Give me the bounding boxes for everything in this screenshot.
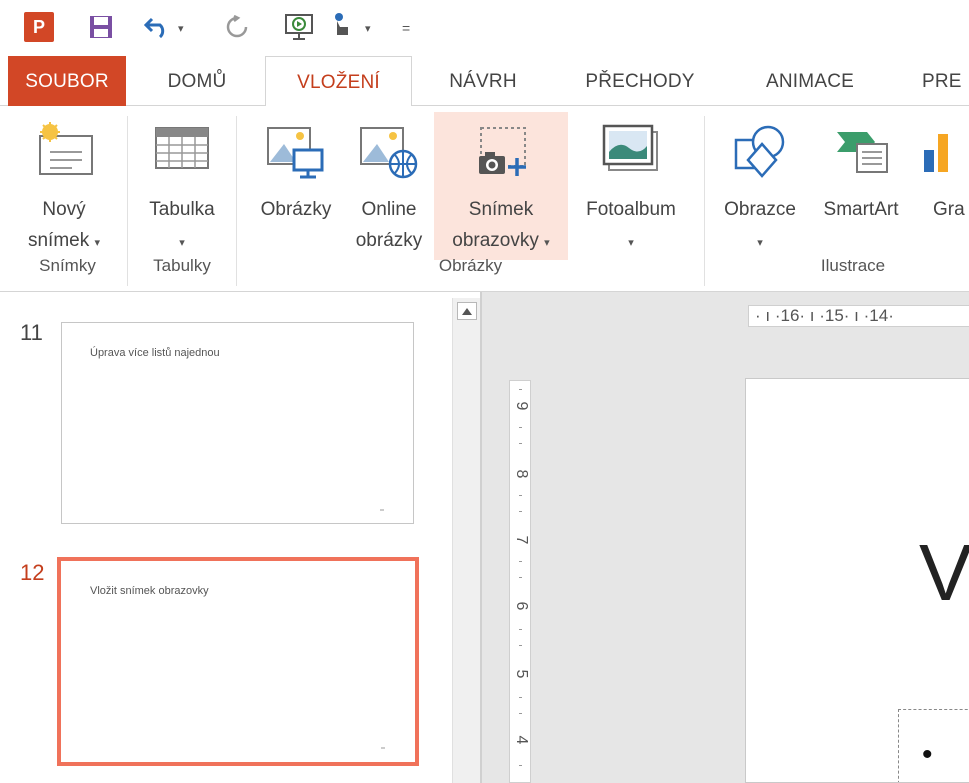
screenshot-button[interactable]: Snímek obrazovky ▾ (434, 112, 568, 260)
new-slide-label: Nový snímek ▾ (27, 199, 101, 251)
ruler-tick (519, 765, 522, 766)
tab-animace[interactable]: ANIMACE (740, 56, 880, 106)
shapes-icon (728, 122, 792, 192)
logo-letter: P (32, 16, 45, 37)
new-slide-dropdown-icon: ▾ (94, 237, 101, 249)
ribbon-tabs: SOUBOR DOMŮ VLOŽENÍ NÁVRH PŘECHODY ANIMA… (0, 56, 969, 107)
scroll-up-button[interactable] (457, 302, 477, 320)
tab-vlozeni[interactable]: VLOŽENÍ (265, 56, 412, 107)
slide-number-mark (380, 509, 384, 511)
undo-icon[interactable] (143, 14, 173, 40)
ruler-tick (519, 427, 522, 428)
touch-mode-icon[interactable] (329, 10, 355, 44)
online-pictures-button[interactable]: Online obrázky (346, 112, 432, 260)
ruler-label: 7 (513, 535, 530, 545)
online-pictures-label: Online obrázky (355, 199, 423, 251)
slide-title-text[interactable]: V (919, 527, 969, 619)
pictures-icon (264, 122, 328, 192)
bullet-point: • (922, 738, 933, 771)
tab-soubor[interactable]: SOUBOR (8, 56, 126, 106)
vertical-ruler: 9 8 7 6 5 4 (509, 380, 531, 783)
ruler-tick (519, 713, 522, 714)
ruler-tick (519, 561, 522, 562)
tab-prezentace[interactable]: PRE (905, 56, 969, 106)
photo-album-icon (599, 122, 663, 192)
slide-number-selected: 12 (20, 560, 45, 585)
group-label-obrazky: Obrázky (438, 256, 503, 275)
slide-editor: · ı ·16· ı ·15· ı ·14· 9 8 7 6 5 4 V • (480, 292, 969, 783)
powerpoint-logo-icon[interactable]: P (24, 12, 54, 42)
chart-label: Gra (933, 199, 965, 220)
ruler-label: 4 (513, 735, 530, 745)
pictures-label: Obrázky (260, 199, 332, 220)
slides-scrollbar[interactable] (452, 298, 480, 783)
ribbon-insert: Nový snímek ▾ Tabulka ▾ Obrázky Online o… (0, 106, 969, 292)
group-label-tabulky: Tabulky (153, 256, 211, 275)
undo-dropdown-icon[interactable]: ▾ (178, 22, 184, 35)
redo-icon[interactable] (224, 14, 250, 40)
smartart-icon (829, 122, 893, 192)
shapes-button[interactable]: Obrazce ▾ (714, 112, 806, 260)
tab-domu[interactable]: DOMŮ (144, 56, 250, 106)
quick-access-toolbar: P ▾ ▾ = (0, 0, 969, 56)
customize-qat-icon[interactable]: = (402, 20, 410, 36)
table-label: Tabulka ▾ (149, 199, 215, 249)
photo-album-label: Fotoalbum ▾ (586, 199, 676, 249)
content-placeholder[interactable]: • (898, 709, 969, 782)
table-dropdown-icon: ▾ (179, 237, 185, 249)
ruler-label: 8 (513, 469, 530, 479)
chart-button[interactable]: Gra (916, 112, 969, 260)
save-icon[interactable] (87, 13, 115, 41)
slide-thumbnail-12[interactable]: Vložit snímek obrazovky (57, 557, 419, 766)
tab-prechody[interactable]: PŘECHODY (560, 56, 720, 106)
tab-navrh[interactable]: NÁVRH (428, 56, 538, 106)
slides-pane: 11 Úprava více listů najednou 12 Vložit … (0, 292, 480, 783)
ruler-tick (519, 443, 522, 444)
table-icon (152, 122, 212, 184)
chart-icon (922, 122, 962, 192)
ruler-tick (519, 645, 522, 646)
horizontal-ruler-labels: · ı ·16· ı ·15· ı ·14· (755, 306, 894, 325)
smartart-label: SmartArt (823, 199, 899, 220)
ruler-tick (519, 389, 522, 390)
slide-number-mark (381, 747, 385, 749)
ruler-tick (519, 697, 522, 698)
group-label-snimky: Snímky (39, 256, 96, 275)
ruler-tick (519, 629, 522, 630)
slide-thumbnail-11[interactable]: Úprava více listů najednou (61, 322, 414, 524)
new-slide-icon (32, 122, 96, 188)
slide-thumbnail-title: Vložit snímek obrazovky (90, 585, 209, 597)
smartart-button[interactable]: SmartArt (808, 112, 914, 260)
ruler-tick (519, 495, 522, 496)
screenshot-label: Snímek obrazovky ▾ (452, 199, 550, 251)
present-from-start-icon[interactable] (282, 12, 316, 42)
table-button[interactable]: Tabulka ▾ (135, 112, 229, 260)
pictures-button[interactable]: Obrázky (248, 112, 344, 260)
group-label-ilustrace: Ilustrace (820, 256, 886, 275)
screenshot-dropdown-icon: ▾ (544, 237, 550, 249)
slide-number: 11 (20, 320, 43, 345)
slide-canvas[interactable]: V • (745, 378, 969, 783)
slide-thumbnail-title: Úprava více listů najednou (90, 347, 220, 359)
screenshot-icon (469, 122, 533, 192)
new-slide-button[interactable]: Nový snímek ▾ (8, 112, 120, 260)
horizontal-ruler: · ı ·16· ı ·15· ı ·14· (748, 305, 969, 327)
touch-dropdown-icon[interactable]: ▾ (365, 22, 371, 35)
online-pictures-icon (357, 122, 421, 192)
shapes-label: Obrazce ▾ (724, 199, 796, 249)
shapes-dropdown-icon: ▾ (757, 237, 763, 249)
ruler-label: 5 (513, 669, 530, 679)
triangle-up-icon (462, 307, 472, 315)
photo-album-button[interactable]: Fotoalbum ▾ (569, 112, 693, 260)
ruler-label: 6 (513, 601, 530, 611)
photo-album-dropdown-icon: ▾ (628, 237, 634, 249)
ruler-tick (519, 577, 522, 578)
ruler-tick (519, 511, 522, 512)
ruler-label: 9 (513, 401, 530, 411)
